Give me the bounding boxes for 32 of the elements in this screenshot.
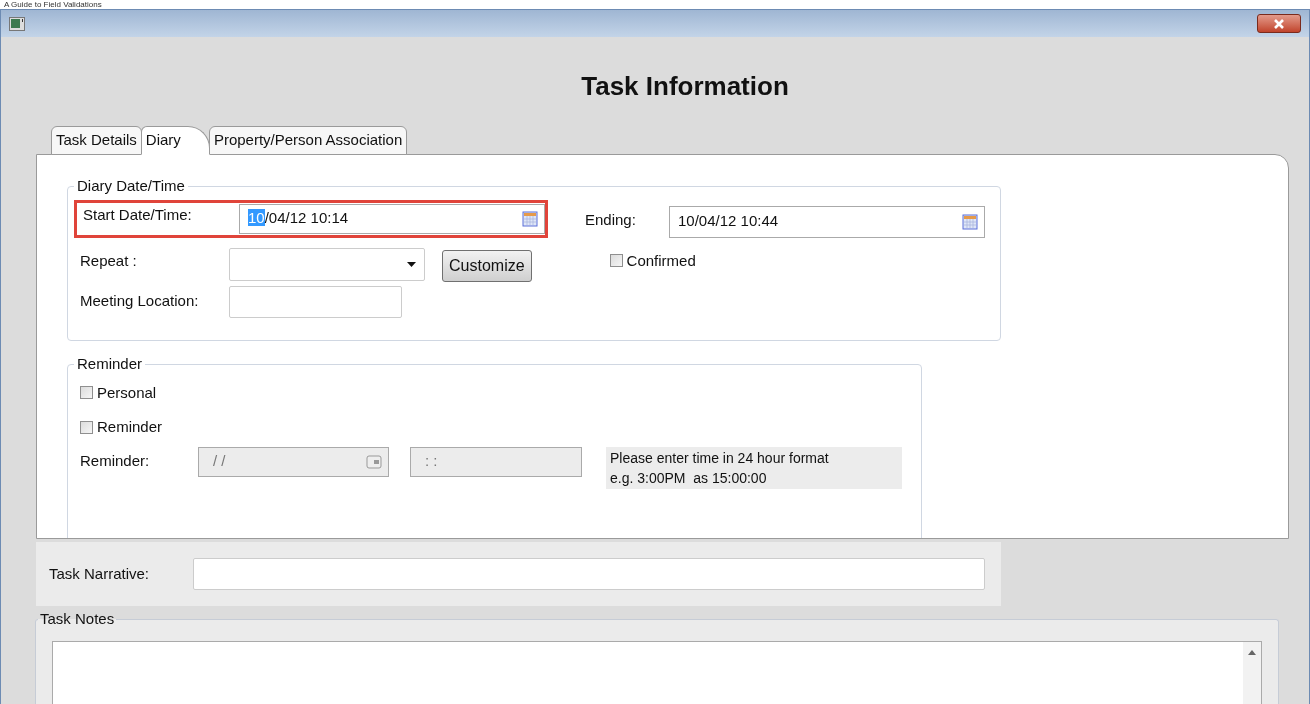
calendar-icon[interactable] xyxy=(522,210,538,227)
close-icon xyxy=(1273,18,1285,29)
checkbox[interactable] xyxy=(609,254,623,268)
field-label: Meeting Location: xyxy=(80,291,200,312)
meeting-location-field[interactable] xyxy=(229,285,402,318)
checkbox-label: Confirmed xyxy=(626,250,696,271)
group-title: Reminder xyxy=(76,354,144,374)
tab[interactable]: Property/Person Association xyxy=(208,126,408,155)
app-icon xyxy=(9,16,25,31)
scroll-up-icon[interactable] xyxy=(1248,649,1256,655)
calendar-icon[interactable] xyxy=(962,213,978,230)
field-label: Start Date/Time: xyxy=(83,205,193,226)
group-title: Diary Date/Time xyxy=(76,176,186,196)
field-label: Ending: xyxy=(585,209,637,230)
checkbox-label: Personal xyxy=(97,382,157,403)
dropdown-arrow-icon xyxy=(407,261,416,267)
date-time-field[interactable]: 10/04/12 10:44 xyxy=(669,205,985,238)
task-narrative-field[interactable] xyxy=(193,558,985,590)
tab[interactable]: Diary xyxy=(140,126,210,155)
field-label: Task Narrative: xyxy=(49,563,151,584)
group-title: Task Notes xyxy=(39,609,116,629)
field-label: Repeat : xyxy=(80,250,138,271)
field-label: Reminder: xyxy=(80,450,151,471)
time-format-hint: Please enter time in 24 hour format e.g. 3:00PM as 15:00:00 xyxy=(606,446,902,489)
repeat-dropdown[interactable] xyxy=(229,247,425,281)
page-caption: A Guide to Field Validations xyxy=(4,0,102,9)
tab[interactable]: Task Details xyxy=(51,126,142,155)
checkbox-label: Reminder xyxy=(97,417,163,437)
form-heading: Task Information xyxy=(581,71,789,101)
date-time-field[interactable]: 10/04/12 10:14 xyxy=(239,203,545,234)
customize-button[interactable]: Customize xyxy=(442,249,532,282)
close-button[interactable] xyxy=(1257,14,1301,33)
